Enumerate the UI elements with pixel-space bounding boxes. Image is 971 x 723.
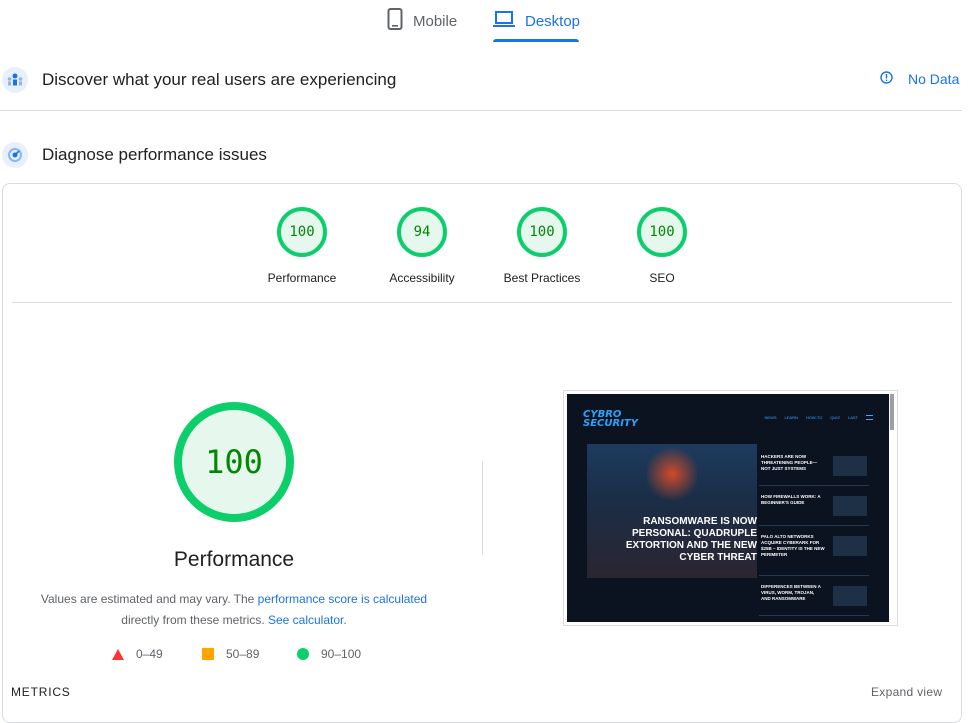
article-title: DIFFERENCES BETWEEN A VIRUS, WORM, TROJA… [761, 584, 821, 601]
divider [12, 302, 952, 303]
lab-data-section: Diagnose performance issues [0, 125, 962, 185]
page-screenshot[interactable]: CYBRO SECURITY NEWS LEARN HOW-TO QUIZ LA… [563, 390, 898, 626]
tab-mobile-label: Mobile [413, 12, 458, 30]
performance-score-link[interactable]: performance score is calculated [258, 592, 427, 606]
divider [0, 110, 962, 111]
article-title: HOW FIREWALLS WORK: A BEGINNER'S GUIDE [761, 494, 821, 505]
list-item: PALO ALTO NETWORKS ACQUIRE CYBERARK FOR … [759, 526, 869, 576]
article-thumbnail [833, 456, 867, 476]
screenshot-image: CYBRO SECURITY NEWS LEARN HOW-TO QUIZ LA… [567, 394, 889, 622]
score-description: Values are estimated and may vary. The p… [34, 589, 434, 631]
category-label: Best Practices [503, 271, 581, 285]
category-accessibility[interactable]: 94 Accessibility [362, 207, 482, 285]
info-icon [880, 71, 893, 87]
legend-range: 90–100 [321, 647, 362, 661]
nav-item: NEWS [764, 415, 777, 420]
legend-pass: 90–100 [297, 647, 361, 661]
phone-icon [387, 8, 403, 34]
metrics-heading: METRICS [11, 685, 71, 699]
menu-icon [866, 415, 873, 420]
expand-view-button[interactable]: Expand view [871, 685, 942, 699]
tab-desktop-label: Desktop [525, 12, 581, 30]
nav-item: LEARN [784, 415, 798, 420]
performance-score-gauge: 100 [174, 402, 294, 522]
legend-fail: 0–49 [112, 647, 163, 661]
category-seo[interactable]: 100 SEO [602, 207, 722, 285]
score-gauge: 100 [277, 207, 327, 257]
category-label: Accessibility [389, 271, 455, 285]
hero-headline: RANSOMWARE IS NOW PERSONAL: QUADRUPLE EX… [625, 516, 757, 563]
legend-range: 0–49 [136, 647, 163, 661]
category-label: SEO [649, 271, 675, 285]
legend-range: 50–89 [226, 647, 260, 661]
score-gauge: 100 [637, 207, 687, 257]
screenshot-scrollbar [890, 394, 894, 430]
article-thumbnail [833, 586, 867, 606]
list-item: DIFFERENCES BETWEEN A VIRUS, WORM, TROJA… [759, 576, 869, 616]
gauge-icon [2, 142, 28, 168]
desc-text-2: directly from these metrics. [121, 613, 268, 627]
lab-data-title: Diagnose performance issues [42, 145, 267, 164]
laptop-icon [493, 10, 515, 32]
score-gauge: 94 [397, 207, 447, 257]
article-thumbnail [833, 536, 867, 556]
site-nav: NEWS LEARN HOW-TO QUIZ LAST [765, 415, 873, 420]
circle-icon [297, 648, 309, 660]
field-data-section[interactable]: Discover what your real users are experi… [0, 50, 962, 110]
nav-item: LAST [847, 415, 858, 420]
score-gauge: 100 [517, 207, 567, 257]
field-data-title: Discover what your real users are experi… [42, 70, 397, 89]
tab-mobile[interactable]: Mobile [387, 0, 457, 42]
nav-item: HOW-TO [805, 415, 823, 420]
performance-title: Performance [173, 548, 295, 571]
no-data-label: No Data [908, 71, 960, 87]
list-item: HOW FIREWALLS WORK: A BEGINNER'S GUIDE [759, 486, 869, 526]
vertical-divider [482, 461, 483, 555]
nav-item: QUIZ [830, 415, 840, 420]
tab-desktop[interactable]: Desktop [493, 0, 581, 42]
list-item: HACKERS ARE NOW THREATENING PEOPLE—NOT J… [759, 446, 869, 486]
see-calculator-link[interactable]: See calculator. [268, 613, 347, 627]
users-icon [2, 67, 28, 93]
article-list: HACKERS ARE NOW THREATENING PEOPLE—NOT J… [759, 446, 869, 616]
legend-average: 50–89 [202, 647, 259, 661]
desc-text-1: Values are estimated and may vary. The [40, 592, 258, 606]
article-thumbnail [833, 496, 867, 516]
article-title: HACKERS ARE NOW THREATENING PEOPLE—NOT J… [761, 454, 818, 471]
category-best-practices[interactable]: 100 Best Practices [482, 207, 602, 285]
category-performance[interactable]: 100 Performance [242, 207, 362, 285]
square-icon [202, 648, 214, 660]
category-label: Performance [267, 271, 337, 285]
article-title: PALO ALTO NETWORKS ACQUIRE CYBERARK FOR … [761, 534, 825, 557]
triangle-icon [112, 648, 124, 660]
site-logo: CYBRO SECURITY [583, 409, 638, 429]
no-data-status[interactable]: No Data [880, 71, 959, 87]
